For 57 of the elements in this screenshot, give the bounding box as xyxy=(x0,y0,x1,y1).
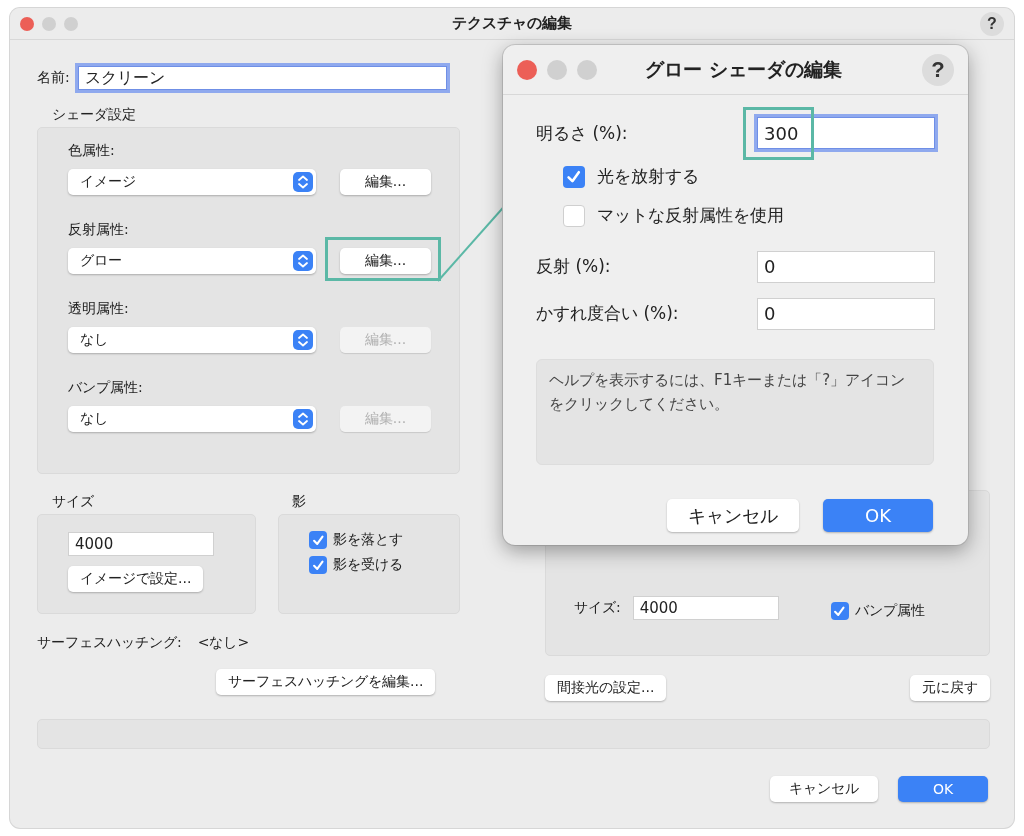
attribute-label: バンプ属性: xyxy=(68,379,144,397)
checkmark-icon xyxy=(833,604,846,618)
shadow-title: 影 xyxy=(292,493,307,511)
cancel-button[interactable]: キャンセル xyxy=(770,776,878,802)
checkbox[interactable] xyxy=(563,204,585,227)
edit-button[interactable]: 編集... xyxy=(340,248,431,274)
checkbox[interactable] xyxy=(830,602,849,620)
indirect-light-button[interactable]: 間接光の設定... xyxy=(545,675,667,701)
size-label: サイズ: xyxy=(574,599,621,617)
surface-hatching-value: <なし> xyxy=(197,634,250,652)
close-icon[interactable] xyxy=(20,16,34,31)
help-button[interactable]: ? xyxy=(922,53,954,86)
field-label: 明るさ (%): xyxy=(536,121,628,145)
checkbox[interactable] xyxy=(563,165,585,188)
size-field[interactable]: 4000 xyxy=(68,532,214,556)
checkmark-icon xyxy=(311,558,325,572)
edit-hatching-button[interactable]: サーフェスハッチングを編集... xyxy=(216,669,436,695)
stepper-icon xyxy=(293,409,313,429)
checkbox[interactable] xyxy=(309,531,327,549)
help-text: ヘルプを表示するには、F1キーまたは「?」アイコンをクリックしてください。 xyxy=(536,359,934,465)
checkbox-label: 影を落とす xyxy=(333,531,403,549)
surface-hatching-label: サーフェスハッチング: xyxy=(37,634,182,652)
value-field[interactable]: 0 xyxy=(757,250,935,283)
dialog-title: グロー シェーダの編集 xyxy=(645,56,842,82)
value-field[interactable]: 300 xyxy=(757,117,935,149)
window-title: テクスチャの編集 xyxy=(452,14,572,33)
checkbox-label: 光を放射する xyxy=(597,165,699,188)
checkbox-label: バンプ属性 xyxy=(854,602,925,620)
edit-button[interactable]: 編集... xyxy=(340,169,431,195)
set-from-image-button[interactable]: イメージで設定... xyxy=(68,566,204,592)
stepper-icon xyxy=(293,172,313,192)
attribute-label: 反射属性: xyxy=(68,221,130,239)
attribute-select[interactable]: イメージ xyxy=(68,169,316,195)
revert-button[interactable]: 元に戻す xyxy=(910,675,990,701)
stepper-icon xyxy=(293,330,313,350)
help-button[interactable]: ? xyxy=(980,11,1004,36)
cancel-button[interactable]: キャンセル xyxy=(667,499,799,532)
attribute-select[interactable]: グロー xyxy=(68,248,316,274)
ok-button[interactable]: OK xyxy=(823,499,933,532)
checkmark-icon xyxy=(566,168,582,185)
attribute-label: 透明属性: xyxy=(68,300,130,318)
field-label: かすれ度合い (%): xyxy=(536,302,679,325)
ok-button[interactable]: OK xyxy=(898,776,988,802)
field-label: 反射 (%): xyxy=(536,255,611,278)
name-label: 名前: xyxy=(37,69,70,87)
name-field[interactable]: スクリーン xyxy=(77,66,447,90)
value-field[interactable]: 0 xyxy=(757,297,935,330)
checkbox[interactable] xyxy=(309,556,327,574)
checkbox-label: 影を受ける xyxy=(333,556,403,574)
checkbox-label: マットな反射属性を使用 xyxy=(597,204,784,227)
size-field[interactable]: 4000 xyxy=(632,596,779,620)
size-title: サイズ xyxy=(52,493,95,511)
close-icon[interactable] xyxy=(517,59,537,80)
stepper-icon xyxy=(293,251,313,271)
attribute-label: 色属性: xyxy=(68,142,116,160)
section-title: シェーダ設定 xyxy=(52,106,137,124)
checkmark-icon xyxy=(311,533,325,547)
